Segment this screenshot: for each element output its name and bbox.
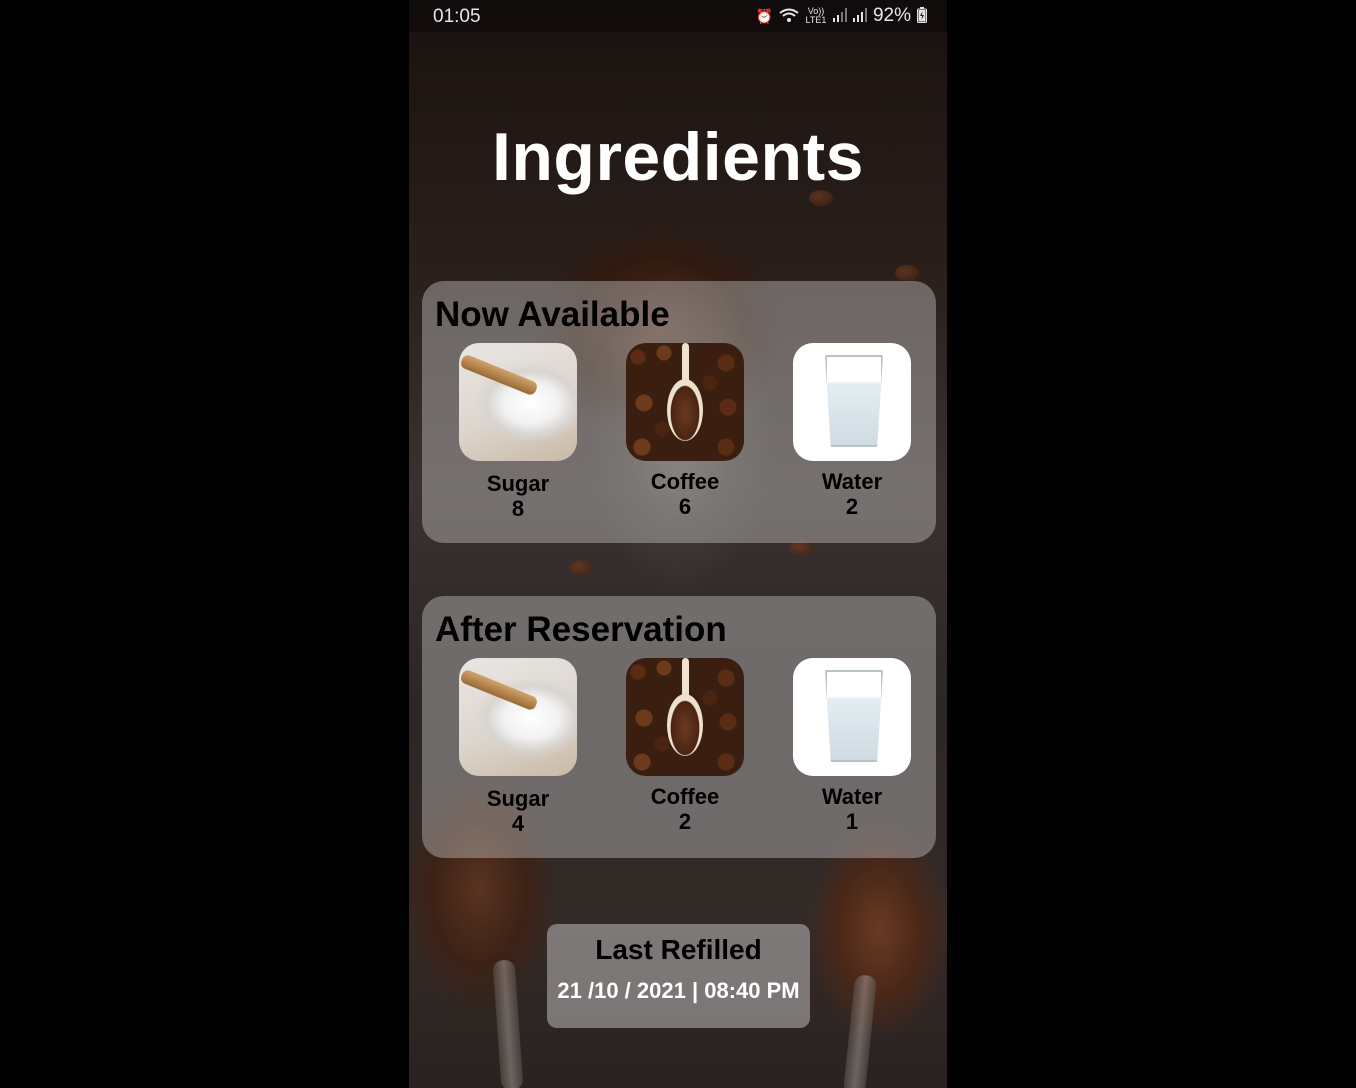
signal-icon xyxy=(832,8,847,24)
ingredient-name: Sugar xyxy=(486,786,550,811)
ingredient-item-coffee[interactable]: Coffee 2 xyxy=(625,658,745,834)
ingredient-count: 4 xyxy=(511,811,525,836)
water-glass-image xyxy=(793,658,911,776)
ingredient-item-coffee[interactable]: Coffee 6 xyxy=(625,343,745,519)
coffee-bean-decoration xyxy=(895,265,919,281)
battery-charging-icon xyxy=(917,7,927,25)
ingredient-item-water[interactable]: Water 2 xyxy=(792,343,912,519)
status-icons: ⏰ Vo)) LTE1 92% xyxy=(756,5,927,27)
ingredient-item-water[interactable]: Water 1 xyxy=(792,658,912,834)
volte-icon: Vo)) LTE1 xyxy=(805,6,827,25)
phone-screen: 01:05 ⏰ Vo)) LTE1 92% Ingredients Now Av… xyxy=(409,0,947,1088)
sugar-image xyxy=(459,343,577,461)
coffee-bean-decoration xyxy=(569,560,593,576)
ingredient-item-sugar[interactable]: Sugar 4 xyxy=(458,658,578,836)
coffee-image xyxy=(626,658,744,776)
now-available-title: Now Available xyxy=(435,295,670,334)
ingredient-name: Coffee xyxy=(650,784,720,809)
last-refilled-label: Last Refilled xyxy=(595,934,762,965)
after-reservation-card: After Reservation Sugar 4 Coffee 2 Water… xyxy=(422,596,936,858)
water-glass-image xyxy=(793,343,911,461)
ingredient-name: Water xyxy=(821,469,883,494)
ingredient-count: 2 xyxy=(678,809,692,834)
ingredient-name: Water xyxy=(821,784,883,809)
coffee-image xyxy=(626,343,744,461)
page-title: Ingredients xyxy=(492,119,864,195)
ingredient-name: Sugar xyxy=(486,471,550,496)
wifi-icon xyxy=(779,8,799,24)
after-reservation-title: After Reservation xyxy=(435,610,727,649)
sugar-image xyxy=(459,658,577,776)
ingredient-count: 8 xyxy=(511,496,525,521)
ingredient-item-sugar[interactable]: Sugar 8 xyxy=(458,343,578,521)
last-refilled-box: Last Refilled 21 /10 / 2021 | 08:40 PM xyxy=(547,924,810,1028)
battery-percentage: 92% xyxy=(872,5,911,26)
signal-icon xyxy=(852,8,867,24)
ingredient-count: 1 xyxy=(845,809,859,834)
status-bar: 01:05 ⏰ Vo)) LTE1 92% xyxy=(409,0,947,32)
alarm-icon: ⏰ xyxy=(755,8,773,24)
ingredient-count: 6 xyxy=(678,494,692,519)
status-time: 01:05 xyxy=(433,6,481,27)
last-refilled-datetime: 21 /10 / 2021 | 08:40 PM xyxy=(557,978,800,1003)
ingredient-name: Coffee xyxy=(650,469,720,494)
ingredient-count: 2 xyxy=(845,494,859,519)
now-available-card: Now Available Sugar 8 Coffee 6 Water 2 xyxy=(422,281,936,543)
